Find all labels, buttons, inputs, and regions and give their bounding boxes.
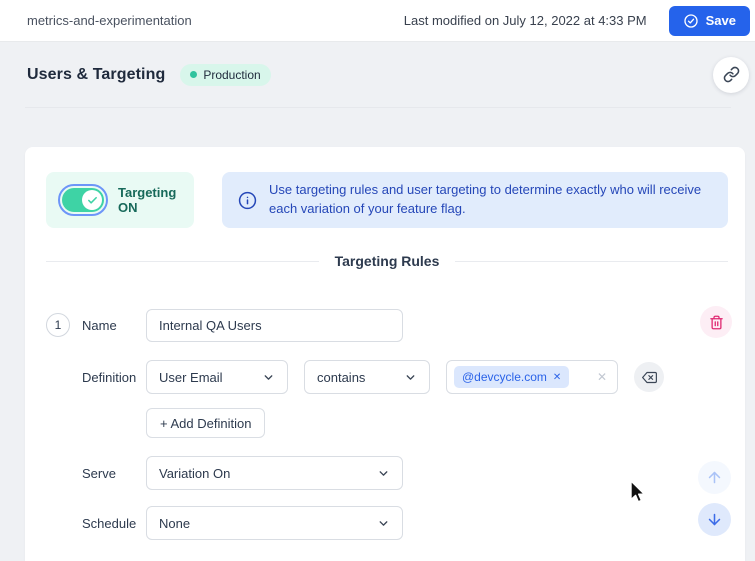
rule-name-input[interactable] [146, 309, 403, 342]
rule-name-label: Name [82, 318, 117, 333]
toggle-check-icon [87, 195, 98, 206]
page-title: Users & Targeting [27, 65, 166, 83]
targeting-card: Targeting ON Use targeting rules and use… [25, 147, 745, 561]
targeting-toggle-label: Targeting ON [118, 185, 177, 215]
clear-values-button[interactable] [634, 362, 664, 392]
clear-field-icon[interactable]: ✕ [597, 370, 607, 384]
targeting-toggle[interactable] [58, 184, 108, 216]
app-screen: metrics-and-experimentation Last modifie… [0, 0, 755, 561]
info-icon [238, 191, 257, 210]
move-rule-up-button[interactable] [698, 461, 731, 494]
chevron-down-icon [262, 371, 275, 384]
save-button-label: Save [705, 13, 736, 28]
add-definition-button[interactable]: + Add Definition [146, 408, 266, 438]
targeting-rules-heading: Targeting Rules [334, 253, 440, 269]
environment-dot-icon [190, 71, 198, 78]
delete-rule-button[interactable] [700, 306, 732, 338]
serve-label: Serve [82, 465, 116, 481]
definition-values-field[interactable]: @devcycle.com ✕ ✕ [446, 360, 618, 394]
rule-number-badge: 1 [46, 313, 70, 337]
schedule-label: Schedule [82, 515, 137, 531]
backspace-icon [641, 370, 657, 385]
arrow-down-icon [706, 511, 723, 528]
chevron-down-icon [377, 467, 390, 480]
value-tag: @devcycle.com ✕ [454, 366, 570, 388]
comparator-dropdown[interactable]: contains [304, 360, 430, 394]
schedule-dropdown[interactable]: None [146, 506, 403, 540]
remove-tag-icon[interactable]: ✕ [553, 372, 561, 383]
targeting-rules-divider: Targeting Rules [46, 250, 729, 272]
targeting-toggle-card: Targeting ON [46, 172, 194, 228]
definition-label: Definition [82, 369, 137, 385]
chevron-down-icon [404, 371, 417, 384]
property-dropdown-value: User Email [159, 369, 223, 385]
property-dropdown[interactable]: User Email [146, 360, 288, 394]
check-circle-icon [683, 13, 699, 29]
divider-line [455, 260, 729, 262]
link-icon [723, 66, 740, 83]
info-banner: Use targeting rules and user targeting t… [222, 172, 728, 228]
save-button[interactable]: Save [668, 5, 750, 36]
environment-badge: Production [180, 63, 271, 86]
info-banner-text: Use targeting rules and user targeting t… [269, 182, 702, 216]
move-rule-down-button[interactable] [698, 503, 731, 536]
chevron-down-icon [377, 517, 390, 530]
page-title-row: Users & Targeting Production [0, 42, 755, 107]
toggle-knob [82, 190, 102, 210]
serve-dropdown[interactable]: Variation On [146, 456, 403, 490]
share-link-button[interactable] [713, 56, 749, 93]
top-header: metrics-and-experimentation Last modifie… [0, 0, 755, 42]
breadcrumb: metrics-and-experimentation [27, 13, 192, 28]
header-divider [25, 107, 731, 108]
last-modified-text: Last modified on July 12, 2022 at 4:33 P… [403, 13, 647, 28]
comparator-dropdown-value: contains [317, 369, 366, 385]
divider-line [46, 260, 319, 262]
toggle-track [62, 188, 104, 212]
environment-badge-label: Production [203, 67, 261, 82]
serve-dropdown-value: Variation On [159, 465, 231, 481]
value-tag-label: @devcycle.com [462, 370, 547, 384]
schedule-dropdown-value: None [159, 515, 191, 531]
arrow-up-icon [706, 469, 723, 486]
trash-icon [709, 315, 724, 330]
